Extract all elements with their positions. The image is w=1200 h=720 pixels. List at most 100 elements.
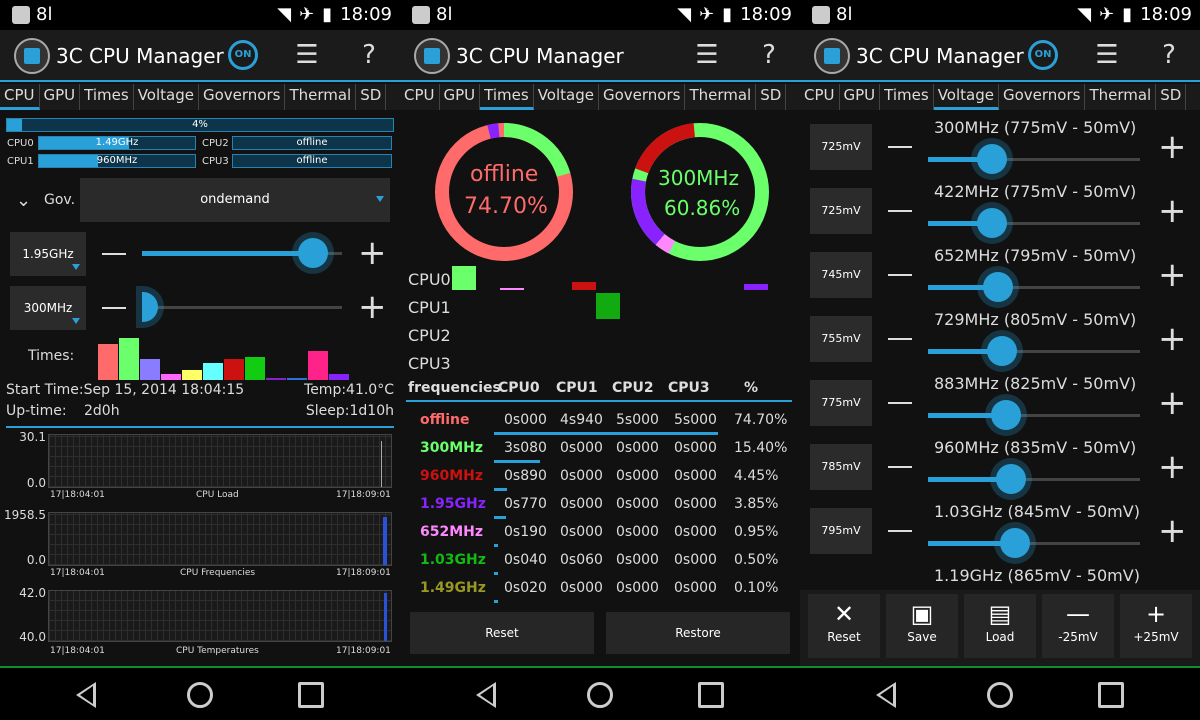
tab-sd[interactable]: SD (756, 84, 787, 110)
voltage-load-button[interactable]: ▤ Load (964, 594, 1036, 658)
chevron-down-icon[interactable]: ⌄ (16, 190, 31, 211)
cpu-logo-icon[interactable] (14, 38, 50, 74)
voltage-minus-button[interactable] (888, 274, 912, 276)
tab-cpu[interactable]: CPU (0, 84, 40, 110)
voltage-minus-button[interactable] (888, 466, 912, 468)
tab-times[interactable]: Times (880, 84, 934, 110)
tab-governors[interactable]: Governors (199, 84, 286, 110)
help-icon[interactable]: ? (1152, 40, 1186, 70)
voltage-value-button[interactable]: 755mV (810, 316, 872, 362)
reset-button[interactable]: Reset (410, 612, 594, 654)
voltage-value-button[interactable]: 785mV (810, 444, 872, 490)
voltage-save-button[interactable]: ▣ Save (886, 594, 958, 658)
home-icon[interactable] (187, 682, 213, 708)
settings-sliders-icon[interactable]: ☰ (690, 40, 724, 70)
tab-cpu[interactable]: CPU (800, 84, 840, 110)
ring1-percent: 74.70% (464, 194, 548, 219)
min-freq-slider-track[interactable] (142, 306, 342, 309)
voltage-minus-button[interactable] (888, 402, 912, 404)
tab-gpu[interactable]: GPU (40, 84, 81, 110)
voltage-slider-knob[interactable] (987, 336, 1017, 366)
help-icon[interactable]: ? (352, 40, 386, 70)
total-load-value: 4% (192, 119, 208, 130)
max-freq-slider-knob[interactable] (298, 238, 328, 268)
governor-select[interactable]: ondemand (80, 178, 390, 222)
times-bar (182, 370, 202, 380)
recent-apps-icon[interactable] (1098, 682, 1124, 708)
tab-thermal[interactable]: Thermal (1085, 84, 1157, 110)
tab-gpu[interactable]: GPU (440, 84, 481, 110)
settings-sliders-icon[interactable]: ☰ (290, 40, 324, 70)
airplane-icon: ✈ (699, 4, 715, 25)
button-label: +25mV (1133, 630, 1179, 644)
voltage-plus-button[interactable]: + (1158, 194, 1187, 228)
min-freq-select[interactable]: 300MHz (10, 286, 86, 330)
times-bar (329, 374, 349, 380)
cpu-logo-icon[interactable] (814, 38, 850, 74)
tab-gpu[interactable]: GPU (840, 84, 881, 110)
min-freq-slider-knob[interactable] (142, 292, 158, 322)
back-icon[interactable] (876, 682, 896, 708)
max-freq-select[interactable]: 1.95GHz (10, 232, 86, 276)
tab-voltage[interactable]: Voltage (534, 84, 599, 110)
tab-thermal[interactable]: Thermal (285, 84, 357, 110)
voltage-value-button[interactable]: 745mV (810, 252, 872, 298)
home-icon[interactable] (587, 682, 613, 708)
min-freq-minus-button[interactable] (102, 307, 126, 309)
power-on-icon[interactable]: ON (1028, 40, 1058, 70)
back-icon[interactable] (476, 682, 496, 708)
max-freq-plus-button[interactable]: + (358, 236, 387, 270)
voltage-minus-button[interactable] (888, 210, 912, 212)
tab-sd[interactable]: SD (1156, 84, 1187, 110)
tab-times[interactable]: Times (480, 84, 534, 110)
tab-governors[interactable]: Governors (599, 84, 686, 110)
voltage-slider-knob[interactable] (991, 400, 1021, 430)
tab-cpu[interactable]: CPU (400, 84, 440, 110)
voltage-plus-button[interactable]: + (1158, 514, 1187, 548)
cpu-content: 4% CPU0 1.49GHz CPU2 offline CPU1 960MHz… (0, 110, 400, 666)
restore-button[interactable]: Restore (606, 612, 790, 654)
voltage-plus-button[interactable]: + (1158, 258, 1187, 292)
tab-governors[interactable]: Governors (999, 84, 1086, 110)
voltage-slider-knob[interactable] (996, 464, 1026, 494)
tab-thermal[interactable]: Thermal (685, 84, 757, 110)
voltage-minus-button[interactable] (888, 338, 912, 340)
table-header-0: frequencies (408, 380, 501, 396)
core-value: offline (296, 155, 328, 166)
voltage-value-button[interactable]: 725mV (810, 188, 872, 234)
back-icon[interactable] (76, 682, 96, 708)
recent-apps-icon[interactable] (298, 682, 324, 708)
core-bar: offline (232, 154, 392, 168)
cpu-logo-icon[interactable] (414, 38, 450, 74)
voltage-plus-button[interactable]: + (1158, 130, 1187, 164)
max-freq-minus-button[interactable] (102, 253, 126, 255)
voltage-value-button[interactable]: 725mV (810, 124, 872, 170)
table-cell: 15.40% (734, 440, 788, 456)
voltage-value-button[interactable]: 795mV (810, 508, 872, 554)
help-icon[interactable]: ? (752, 40, 786, 70)
voltage-slider-knob[interactable] (977, 144, 1007, 174)
tab-voltage[interactable]: Voltage (933, 84, 999, 110)
clock: 18:09 (1140, 4, 1192, 25)
tab-sd[interactable]: SD (356, 84, 387, 110)
table-header-1: CPU0 (498, 380, 540, 396)
power-on-icon[interactable]: ON (228, 40, 258, 70)
settings-sliders-icon[interactable]: ☰ (1090, 40, 1124, 70)
voltage-slider-knob[interactable] (977, 208, 1007, 238)
voltage-plus-button[interactable]: + (1158, 322, 1187, 356)
tab-voltage[interactable]: Voltage (134, 84, 199, 110)
voltage-slider-knob[interactable] (1000, 528, 1030, 558)
recent-apps-icon[interactable] (698, 682, 724, 708)
tab-times[interactable]: Times (80, 84, 134, 110)
voltage-slider-knob[interactable] (983, 272, 1013, 302)
voltage-minus-button[interactable]: — -25mV (1042, 594, 1114, 658)
voltage-plus-button[interactable]: + +25mV (1120, 594, 1192, 658)
min-freq-plus-button[interactable]: + (358, 290, 387, 324)
voltage-reset-button[interactable]: ✕ Reset (808, 594, 880, 658)
voltage-minus-button[interactable] (888, 530, 912, 532)
voltage-minus-button[interactable] (888, 146, 912, 148)
home-icon[interactable] (987, 682, 1013, 708)
voltage-plus-button[interactable]: + (1158, 386, 1187, 420)
voltage-value-button[interactable]: 775mV (810, 380, 872, 426)
voltage-plus-button[interactable]: + (1158, 450, 1187, 484)
